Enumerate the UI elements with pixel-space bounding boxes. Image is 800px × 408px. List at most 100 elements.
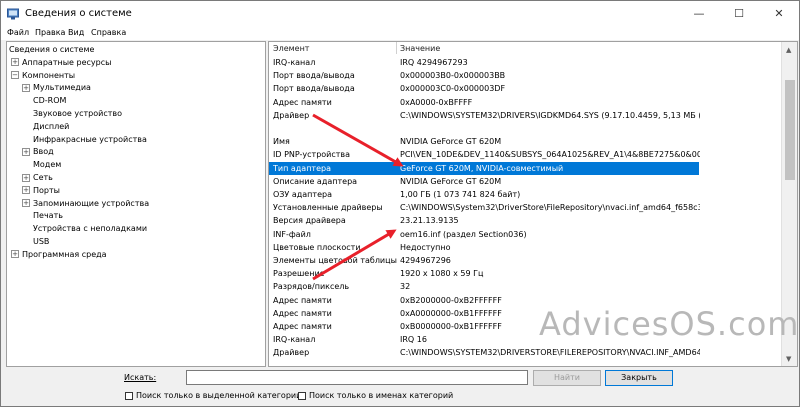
search-label: Искать: (124, 373, 157, 382)
cell-item: Элементы цветовой таблицы (273, 256, 397, 265)
collapse-icon[interactable]: − (11, 71, 19, 80)
cell-item: Адрес памяти (273, 97, 332, 107)
close-window-button[interactable]: ✕ (759, 1, 799, 27)
tree-item-label: Устройства с неполадками (33, 224, 148, 234)
menu-view[interactable]: Вид (68, 27, 84, 39)
tree-item[interactable]: Печать (33, 210, 63, 222)
column-header-value[interactable]: Значение (400, 44, 440, 53)
expand-icon[interactable]: + (22, 186, 30, 195)
scroll-down-icon[interactable]: ▼ (786, 355, 791, 363)
menu-bar: Файл Правка Вид Справка (1, 27, 799, 40)
table-row[interactable]: ОЗУ адаптера 1,00 ГБ (1 073 741 824 байт) (269, 188, 699, 201)
cell-value: PCI\VEN_10DE&DEV_1140&SUBSYS_064A1025&RE… (400, 150, 700, 160)
cell-item: IRQ-канал (273, 58, 316, 67)
table-row[interactable]: Цветовые плоскости Недоступно (269, 241, 699, 254)
maximize-button[interactable]: ☐ (719, 1, 759, 27)
table-row[interactable]: Элементы цветовой таблицы 4294967296 (269, 254, 699, 267)
scroll-up-icon[interactable]: ▲ (786, 46, 791, 54)
cell-value: C:\WINDOWS\SYSTEM32\DRIVERSTORE\FILEREPO… (400, 348, 700, 358)
table-row[interactable]: Адрес памяти 0xA0000-0xBFFFF (269, 96, 699, 109)
expand-icon[interactable]: + (22, 83, 30, 92)
cell-value: 1920 x 1080 x 59 Гц (400, 269, 484, 279)
tree-item-label: Аппаратные ресурсы (22, 57, 112, 67)
category-tree[interactable]: Сведения о системе + Аппаратные ресурсы − Ко… (6, 41, 266, 367)
cell-item: Описание адаптера (273, 176, 358, 186)
find-button[interactable]: Найти (533, 370, 601, 386)
tree-item[interactable]: Устройства с неполадками (33, 223, 147, 235)
expand-icon[interactable]: + (22, 147, 30, 156)
tree-item-label: USB (33, 237, 50, 246)
cell-item: Драйвер (273, 110, 310, 120)
table-row[interactable]: INF-файл oem16.inf (раздел Section036) (269, 228, 699, 241)
tree-item[interactable]: + Сеть (22, 172, 53, 184)
table-row[interactable]: Разрядов/пиксель 32 (269, 280, 699, 293)
tree-item[interactable]: + Ввод (22, 146, 54, 158)
menu-edit[interactable]: Правка (35, 27, 65, 39)
checkbox-search-category-names[interactable]: Поиск только в именах категорий (298, 390, 453, 401)
tree-item-label: Программная среда (22, 249, 107, 259)
table-row[interactable]: Разрешение 1920 x 1080 x 59 Гц (269, 267, 699, 280)
table-row[interactable]: Порт ввода/вывода 0x000003B0-0x000003BB (269, 69, 699, 82)
cell-value: 0xA0000-0xBFFFF (400, 97, 473, 107)
cell-item: Порт ввода/вывода (273, 71, 355, 81)
minimize-icon: — (693, 7, 705, 20)
tree-item[interactable]: Модем (33, 159, 61, 171)
maximize-icon: ☐ (734, 7, 744, 20)
cell-item: Адрес памяти (273, 322, 332, 331)
cell-item: ID PNP-устройства (273, 150, 351, 160)
tree-item[interactable]: + Аппаратные ресурсы (11, 57, 111, 69)
tree-item[interactable]: Дисплей (33, 121, 69, 133)
table-row[interactable]: Порт ввода/вывода 0x000003C0-0x000003DF (269, 82, 699, 95)
expand-icon[interactable]: + (11, 250, 19, 259)
tree-item[interactable]: USB (33, 236, 49, 248)
menu-help[interactable]: Справка (91, 27, 126, 39)
search-input[interactable] (186, 370, 528, 385)
expand-icon[interactable]: + (22, 173, 30, 182)
table-row[interactable]: ID PNP-устройства PCI\VEN_10DE&DEV_1140&S… (269, 148, 700, 161)
menu-file[interactable]: Файл (7, 27, 29, 39)
expand-icon[interactable]: + (22, 199, 30, 208)
tree-item-label: Запоминающие устройства (33, 198, 150, 208)
watermark-text: AdvicesOS.com (539, 305, 800, 343)
cell-item: INF-файл (273, 229, 311, 239)
table-row[interactable]: Описание адаптера NVIDIA GeForce GT 620M (269, 175, 699, 188)
tree-item[interactable]: Инфракрасные устройства (33, 134, 147, 146)
cell-item: Установленные драйверы (273, 203, 383, 213)
column-divider[interactable] (396, 42, 397, 54)
tree-item[interactable]: CD-ROM (33, 95, 66, 107)
checkbox-box[interactable] (298, 391, 306, 400)
table-row[interactable]: Версия драйвера 23.21.13.9135 (269, 214, 699, 227)
tree-item-label: Звуковое устройство (33, 109, 123, 118)
checkbox-search-selected-category[interactable]: Поиск только в выделенной категории (125, 390, 301, 401)
cell-item: Разрешение (273, 269, 325, 279)
tree-item[interactable]: − Компоненты (11, 70, 75, 82)
tree-item[interactable]: + Программная среда (11, 249, 107, 261)
column-header-item[interactable]: Элемент (273, 44, 309, 53)
table-row[interactable] (269, 122, 699, 135)
tree-item[interactable]: Сведения о системе (9, 44, 94, 56)
minimize-button[interactable]: — (679, 1, 719, 27)
table-row[interactable]: Установленные драйверы C:\WINDOWS\System3… (269, 201, 700, 214)
cell-item: Версия драйвера (273, 216, 346, 226)
table-row[interactable]: Драйвер C:\WINDOWS\SYSTEM32\DRIVERS\IGDKM… (269, 109, 700, 122)
tree-item-label: Дисплей (33, 121, 70, 131)
window-title: Сведения о системе (25, 8, 132, 19)
cell-value: NVIDIA GeForce GT 620M (400, 176, 502, 186)
checkbox-box[interactable] (125, 391, 133, 400)
table-row[interactable]: Имя NVIDIA GeForce GT 620M (269, 135, 699, 148)
cell-value: 0x000003B0-0x000003BB (400, 71, 506, 81)
cell-item: Порт ввода/вывода (273, 84, 355, 94)
tree-item-label: CD-ROM (33, 96, 67, 106)
close-button[interactable]: Закрыть (605, 370, 673, 386)
tree-item[interactable]: + Запоминающие устройства (22, 198, 149, 210)
tree-item[interactable]: + Мультимедиа (22, 82, 91, 94)
table-row[interactable]: Тип адаптера GeForce GT 620M, NVIDIA-совм… (269, 161, 699, 175)
checkbox-label: Поиск только в выделенной категории (136, 391, 302, 400)
cell-item: Тип адаптера (273, 163, 331, 173)
table-row[interactable]: IRQ-канал IRQ 4294967293 (269, 56, 699, 69)
scroll-thumb[interactable] (785, 80, 795, 180)
table-row[interactable]: Драйвер C:\WINDOWS\SYSTEM32\DRIVERSTORE\F… (269, 346, 700, 359)
tree-item[interactable]: Звуковое устройство (33, 108, 122, 120)
tree-item[interactable]: + Порты (22, 185, 60, 197)
expand-icon[interactable]: + (11, 58, 19, 67)
